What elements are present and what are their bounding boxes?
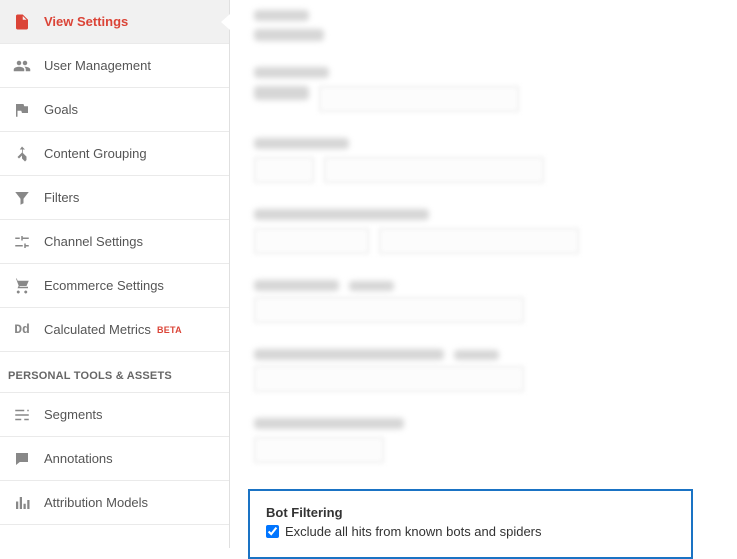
nav-user-management[interactable]: User Management (0, 44, 229, 88)
nav-content-grouping[interactable]: Content Grouping (0, 132, 229, 176)
nav-label: Annotations (44, 451, 113, 466)
nav-label: Goals (44, 102, 78, 117)
blurred-field-view-name (254, 67, 713, 112)
nav-label: Ecommerce Settings (44, 278, 164, 293)
nav-label: Attribution Models (44, 495, 148, 510)
cart-icon (12, 276, 32, 296)
beta-badge: BETA (157, 325, 182, 335)
bar-chart-icon (12, 493, 32, 513)
bot-filtering-section: Bot Filtering Exclude all hits from know… (248, 489, 693, 559)
nav-segments[interactable]: Segments (0, 393, 229, 437)
blurred-field-currency (254, 418, 713, 463)
bot-filtering-checkbox[interactable] (266, 525, 279, 538)
sliders-icon (12, 232, 32, 252)
nav-goals[interactable]: Goals (0, 88, 229, 132)
nav-calculated-metrics[interactable]: Dd Calculated Metrics BETA (0, 308, 229, 352)
nav-label: Content Grouping (44, 146, 147, 161)
personal-tools-header: PERSONAL TOOLS & ASSETS (0, 352, 229, 393)
nav-view-settings[interactable]: View Settings (0, 0, 229, 44)
blurred-field-website-url (254, 138, 713, 183)
blurred-field-default-page (254, 280, 713, 323)
nav-label: User Management (44, 58, 151, 73)
bot-filtering-title: Bot Filtering (266, 505, 675, 520)
nav-label: Filters (44, 190, 79, 205)
dd-icon: Dd (12, 320, 32, 340)
nav-annotations[interactable]: Annotations (0, 437, 229, 481)
view-settings-panel: Bot Filtering Exclude all hits from know… (230, 0, 737, 548)
document-icon (12, 12, 32, 32)
bot-filtering-checkbox-row[interactable]: Exclude all hits from known bots and spi… (266, 524, 675, 539)
bot-filtering-label: Exclude all hits from known bots and spi… (285, 524, 542, 539)
nav-ecommerce-settings[interactable]: Ecommerce Settings (0, 264, 229, 308)
blurred-field-view-id (254, 10, 713, 41)
blurred-field-query-params (254, 349, 713, 392)
admin-sidebar: View Settings User Management Goals Cont… (0, 0, 230, 548)
segments-icon (12, 405, 32, 425)
users-icon (12, 56, 32, 76)
nav-attribution-models[interactable]: Attribution Models (0, 481, 229, 525)
flag-icon (12, 100, 32, 120)
funnel-icon (12, 188, 32, 208)
annotation-icon (12, 449, 32, 469)
nav-label: View Settings (44, 14, 128, 29)
nav-label: Segments (44, 407, 103, 422)
split-arrows-icon (12, 144, 32, 164)
nav-label: Channel Settings (44, 234, 143, 249)
blurred-field-timezone (254, 209, 713, 254)
nav-label: Calculated Metrics (44, 322, 151, 337)
nav-channel-settings[interactable]: Channel Settings (0, 220, 229, 264)
nav-filters[interactable]: Filters (0, 176, 229, 220)
